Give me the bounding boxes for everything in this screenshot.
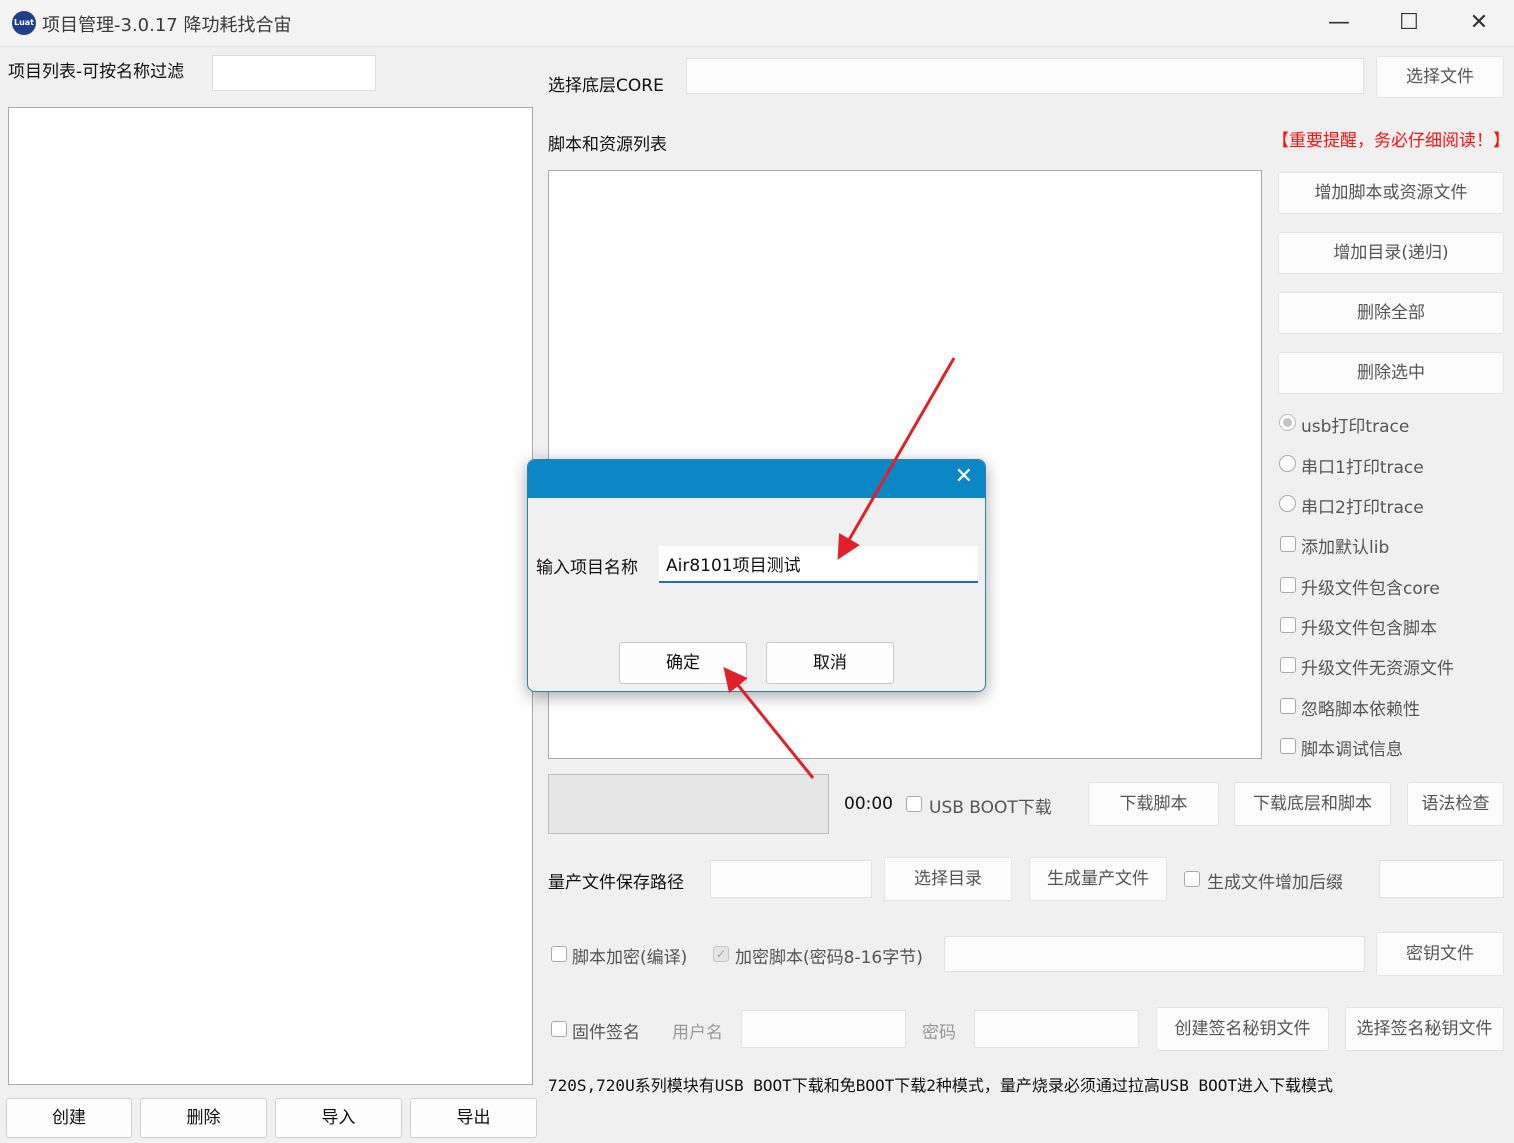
include-script-label: 升级文件包含脚本 — [1301, 619, 1437, 639]
delete-project-button[interactable]: 删除 — [140, 1098, 267, 1138]
project-filter-label: 项目列表-可按名称过滤 — [8, 62, 185, 82]
uart2-trace-label: 串口2打印trace — [1301, 498, 1424, 518]
add-suffix-label: 生成文件增加后缀 — [1207, 873, 1343, 893]
ignore-deps-checkbox[interactable] — [1280, 698, 1296, 714]
dialog-ok-button[interactable]: 确定 — [619, 642, 747, 684]
select-directory-button[interactable]: 选择目录 — [884, 857, 1012, 901]
add-suffix-checkbox[interactable] — [1184, 871, 1200, 887]
username-input[interactable] — [741, 1010, 906, 1048]
maximize-button[interactable]: ☐ — [1374, 0, 1444, 46]
dialog-cancel-button[interactable]: 取消 — [766, 642, 894, 684]
firmware-sign-checkbox[interactable] — [551, 1021, 567, 1037]
key-file-button[interactable]: 密钥文件 — [1376, 932, 1504, 976]
include-script-checkbox[interactable] — [1280, 617, 1296, 633]
import-project-button[interactable]: 导入 — [275, 1098, 402, 1138]
uart1-trace-label: 串口1打印trace — [1301, 458, 1424, 478]
debug-info-label: 脚本调试信息 — [1301, 740, 1403, 760]
project-name-input[interactable] — [659, 546, 978, 583]
script-encrypt-checkbox[interactable] — [551, 946, 567, 962]
timer-text: 00:00 — [844, 794, 893, 814]
core-path-input[interactable] — [686, 58, 1364, 94]
scripts-label: 脚本和资源列表 — [548, 135, 667, 155]
uart1-trace-radio[interactable] — [1279, 455, 1296, 472]
project-filter-input[interactable] — [212, 55, 376, 91]
encrypt-script-checkbox[interactable]: ✓ — [713, 946, 729, 962]
debug-info-checkbox[interactable] — [1280, 738, 1296, 754]
encrypt-password-input[interactable] — [944, 936, 1365, 972]
script-encrypt-label: 脚本加密(编译) — [572, 948, 688, 968]
radio-dot-icon — [1283, 418, 1292, 427]
dialog-header: ✕ — [528, 460, 985, 498]
include-core-checkbox[interactable] — [1280, 577, 1296, 593]
generate-mass-button[interactable]: 生成量产文件 — [1029, 857, 1167, 901]
select-core-file-button[interactable]: 选择文件 — [1376, 56, 1504, 98]
no-resource-label: 升级文件无资源文件 — [1301, 659, 1454, 679]
new-project-dialog: ✕ 输入项目名称 确定 取消 — [527, 459, 986, 692]
no-resource-checkbox[interactable] — [1280, 657, 1296, 673]
username-label: 用户名 — [672, 1023, 723, 1043]
password-label: 密码 — [922, 1023, 956, 1043]
download-script-button[interactable]: 下载脚本 — [1088, 782, 1219, 826]
download-core-script-button[interactable]: 下载底层和脚本 — [1234, 782, 1391, 826]
minimize-button[interactable]: — — [1304, 0, 1374, 46]
mass-path-input[interactable] — [710, 860, 872, 898]
add-default-lib-checkbox[interactable] — [1280, 536, 1296, 552]
firmware-sign-label: 固件签名 — [572, 1023, 640, 1043]
project-name-label: 输入项目名称 — [536, 558, 638, 578]
password-input[interactable] — [974, 1010, 1139, 1048]
progress-bar — [548, 774, 829, 834]
window-title: 项目管理-3.0.17 降功耗找合宙 — [42, 15, 292, 36]
important-notice-link[interactable]: 【重要提醒，务必仔细阅读！】 — [1272, 126, 1510, 151]
usb-trace-radio[interactable] — [1279, 414, 1296, 431]
close-window-button[interactable]: ✕ — [1444, 0, 1514, 46]
encrypt-script-label: 加密脚本(密码8-16字节) — [735, 948, 923, 968]
dialog-close-icon[interactable]: ✕ — [955, 464, 973, 489]
create-sign-key-button[interactable]: 创建签名秘钥文件 — [1156, 1007, 1329, 1051]
app-logo-icon: Luat — [12, 11, 36, 35]
title-bar: Luat 项目管理-3.0.17 降功耗找合宙 — ☐ ✕ — [0, 0, 1514, 47]
export-project-button[interactable]: 导出 — [410, 1098, 537, 1138]
usb-trace-label: usb打印trace — [1301, 417, 1410, 437]
delete-all-button[interactable]: 删除全部 — [1278, 292, 1504, 334]
mass-path-label: 量产文件保存路径 — [548, 873, 684, 893]
project-list[interactable] — [8, 107, 533, 1085]
usb-boot-notice: 720S,720U系列模块有USB BOOT下载和免BOOT下载2种模式，量产烧… — [548, 1076, 1333, 1095]
usb-boot-checkbox[interactable] — [906, 796, 922, 812]
ignore-deps-label: 忽略脚本依赖性 — [1301, 700, 1420, 720]
select-sign-key-button[interactable]: 选择签名秘钥文件 — [1345, 1007, 1504, 1051]
syntax-check-button[interactable]: 语法检查 — [1407, 782, 1504, 826]
core-label: 选择底层CORE — [548, 76, 664, 96]
suffix-input[interactable] — [1379, 860, 1504, 898]
add-script-button[interactable]: 增加脚本或资源文件 — [1278, 172, 1504, 214]
create-project-button[interactable]: 创建 — [6, 1098, 132, 1138]
uart2-trace-radio[interactable] — [1279, 495, 1296, 512]
usb-boot-label: USB BOOT下载 — [929, 798, 1052, 818]
add-directory-button[interactable]: 增加目录(递归) — [1278, 232, 1504, 274]
delete-selected-button[interactable]: 删除选中 — [1278, 352, 1504, 394]
add-default-lib-label: 添加默认lib — [1301, 538, 1390, 558]
include-core-label: 升级文件包含core — [1301, 579, 1440, 599]
